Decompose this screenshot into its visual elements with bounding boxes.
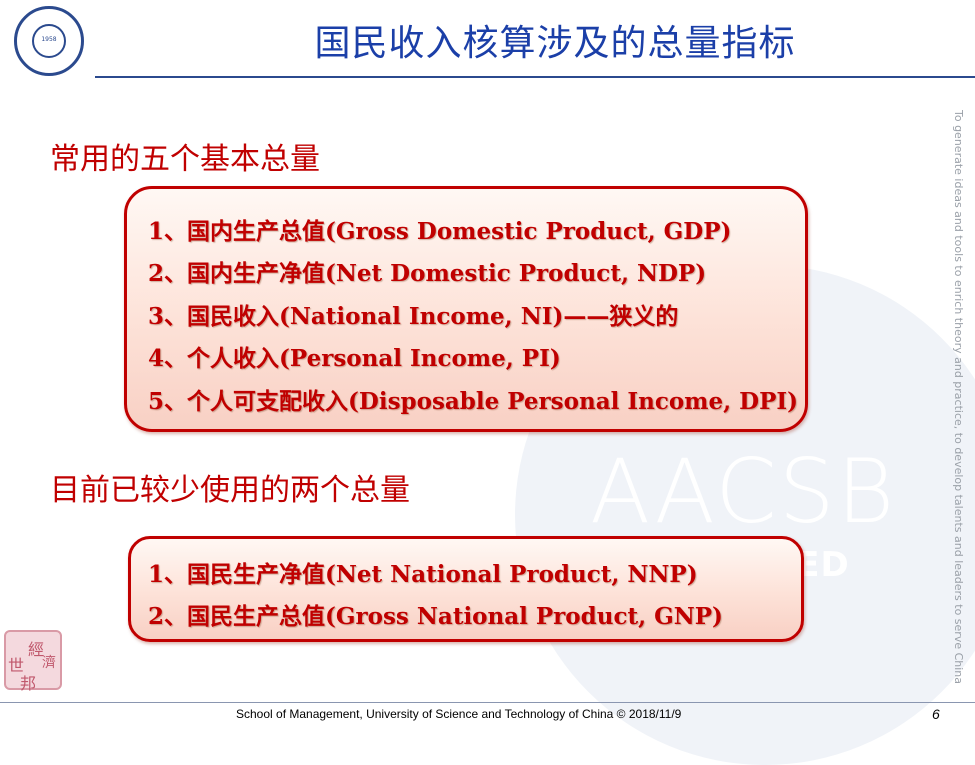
list-item: 5、个人可支配收入(Disposable Personal Income, DP…: [148, 388, 799, 415]
university-logo-icon: 1958: [14, 6, 84, 76]
page-number: 6: [932, 706, 940, 722]
side-motto: To generate ideas and tools to enrich th…: [952, 110, 965, 685]
list-item: 3、国民收入(National Income, NI)——狭义的: [148, 303, 679, 330]
title-divider: [95, 76, 975, 78]
list-item: 1、国内生产总值(Gross Domestic Product, GDP): [148, 218, 732, 245]
section-heading-five-aggregates: 常用的五个基本总量: [50, 142, 320, 177]
slide-title: 国民收入核算涉及的总量指标: [314, 23, 796, 64]
logo-inner-ring: 1958: [32, 24, 66, 58]
stamp-char: 邦: [20, 674, 37, 693]
section-heading-two-aggregates: 目前已较少使用的两个总量: [50, 473, 410, 508]
footer-divider: [0, 702, 975, 703]
stamp-char: 濟: [42, 655, 56, 671]
list-item: 4、个人收入(Personal Income, PI): [148, 345, 561, 372]
list-item: 2、国内生产净值(Net Domestic Product, NDP): [148, 260, 707, 287]
logo-year: 1958: [41, 36, 57, 43]
aacsb-watermark-text: AACSB: [590, 440, 897, 543]
list-item: 1、国民生产净值(Net National Product, NNP): [148, 561, 698, 588]
footer-text: School of Management, University of Scie…: [236, 707, 682, 721]
seal-stamp-icon: 經 濟 世 邦: [4, 630, 62, 693]
list-item: 2、国民生产总值(Gross National Product, GNP): [148, 603, 723, 630]
